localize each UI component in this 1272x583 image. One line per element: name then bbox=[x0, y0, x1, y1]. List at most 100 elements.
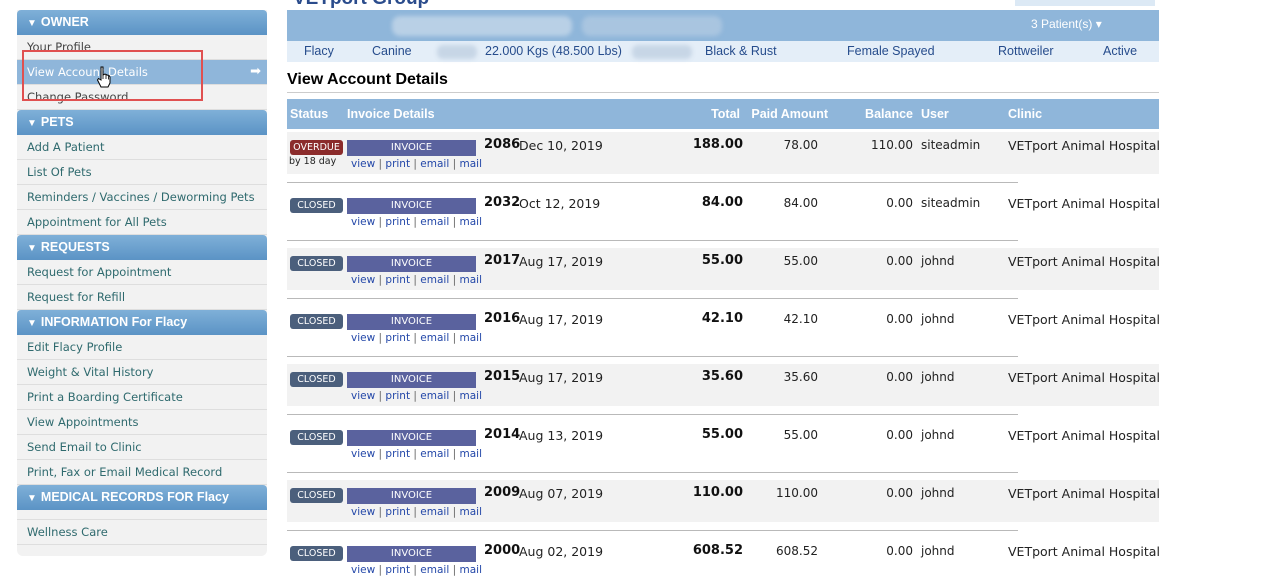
print-link[interactable]: print bbox=[385, 158, 410, 170]
sidebar-item-add-patient[interactable]: Add A Patient bbox=[17, 135, 267, 160]
mail-link[interactable]: mail bbox=[459, 158, 482, 170]
status-badge: CLOSED bbox=[290, 546, 343, 561]
sidebar-item-your-profile[interactable]: Your Profile bbox=[17, 35, 267, 60]
invoice-button[interactable]: INVOICE bbox=[347, 256, 476, 272]
invoice-number: 2015 bbox=[484, 369, 521, 384]
view-link[interactable]: view bbox=[351, 448, 375, 460]
invoice-date: Aug 17, 2019 bbox=[519, 254, 604, 269]
hand-pointer-icon bbox=[96, 66, 111, 88]
invoice-button[interactable]: INVOICE bbox=[347, 314, 476, 330]
view-link[interactable]: view bbox=[351, 216, 375, 228]
print-link[interactable]: print bbox=[385, 332, 410, 344]
section-requests[interactable]: ▼ REQUESTS bbox=[17, 235, 267, 260]
email-link[interactable]: email bbox=[420, 274, 449, 286]
print-link[interactable]: print bbox=[385, 564, 410, 576]
invoice-date: Dec 10, 2019 bbox=[519, 138, 603, 153]
mail-link[interactable]: mail bbox=[459, 274, 482, 286]
mail-link[interactable]: mail bbox=[459, 564, 482, 576]
sidebar-item-edit-profile[interactable]: Edit Flacy Profile bbox=[17, 335, 267, 360]
invoice-links: view | print | email | mail bbox=[351, 158, 482, 170]
section-information[interactable]: ▼ INFORMATION For Flacy bbox=[17, 310, 267, 335]
email-link[interactable]: email bbox=[420, 390, 449, 402]
invoice-button[interactable]: INVOICE bbox=[347, 372, 476, 388]
status-badge: OVERDUE bbox=[290, 140, 343, 155]
sidebar-item-request-refill[interactable]: Request for Refill bbox=[17, 285, 267, 310]
user: johnd bbox=[921, 370, 955, 384]
email-link[interactable]: email bbox=[420, 216, 449, 228]
email-link[interactable]: email bbox=[420, 332, 449, 344]
view-link[interactable]: view bbox=[351, 332, 375, 344]
sidebar-item-reminders[interactable]: Reminders / Vaccines / Deworming Pets bbox=[17, 185, 267, 210]
invoice-links: view | print | email | mail bbox=[351, 390, 482, 402]
view-link[interactable]: view bbox=[351, 564, 375, 576]
row-divider bbox=[287, 182, 1018, 183]
invoice-number: 2017 bbox=[484, 253, 521, 268]
sidebar-item-weight-vital[interactable]: Weight & Vital History bbox=[17, 360, 267, 385]
mail-link[interactable]: mail bbox=[459, 448, 482, 460]
table-row: CLOSED INVOICE view | print | email | mail… bbox=[287, 422, 1160, 464]
balance: 0.00 bbox=[886, 196, 913, 210]
sidebar-item-send-email[interactable]: Send Email to Clinic bbox=[17, 435, 267, 460]
sidebar-item-view-account-details[interactable]: View Account Details ➡ bbox=[17, 60, 267, 85]
print-link[interactable]: print bbox=[385, 390, 410, 402]
user: siteadmin bbox=[921, 196, 981, 210]
email-link[interactable]: email bbox=[420, 506, 449, 518]
email-link[interactable]: email bbox=[420, 564, 449, 576]
invoice-number: 2009 bbox=[484, 485, 521, 500]
col-status: Status bbox=[290, 107, 329, 121]
sidebar-item-wellness-care[interactable]: Wellness Care bbox=[17, 520, 267, 545]
paid-amount: 84.00 bbox=[783, 196, 818, 210]
section-medical-records[interactable]: ▼ MEDICAL RECORDS FOR Flacy bbox=[17, 485, 267, 510]
col-total: Total bbox=[711, 107, 740, 121]
page-title: View Account Details bbox=[287, 71, 448, 88]
invoice-links: view | print | email | mail bbox=[351, 274, 482, 286]
clinic: VETport Animal Hospital bbox=[1008, 312, 1160, 327]
view-link[interactable]: view bbox=[351, 274, 375, 286]
divider bbox=[17, 510, 267, 520]
sidebar-item-change-password[interactable]: Change Password bbox=[17, 85, 267, 110]
view-link[interactable]: view bbox=[351, 158, 375, 170]
user: siteadmin bbox=[921, 138, 981, 152]
view-link[interactable]: view bbox=[351, 390, 375, 402]
section-pets[interactable]: ▼ PETS bbox=[17, 110, 267, 135]
divider bbox=[287, 92, 1159, 93]
sidebar-item-boarding-certificate[interactable]: Print a Boarding Certificate bbox=[17, 385, 267, 410]
status-badge: CLOSED bbox=[290, 372, 343, 387]
invoice-button[interactable]: INVOICE bbox=[347, 140, 476, 156]
clinic: VETport Animal Hospital bbox=[1008, 486, 1160, 501]
mail-link[interactable]: mail bbox=[459, 216, 482, 228]
patient-bar: 3 Patient(s) ▾ H:3123123123 bbox=[287, 10, 1272, 41]
mail-link[interactable]: mail bbox=[459, 332, 482, 344]
mail-link[interactable]: mail bbox=[459, 506, 482, 518]
invoice-date: Aug 02, 2019 bbox=[519, 544, 604, 559]
balance: 0.00 bbox=[886, 312, 913, 326]
invoice-button[interactable]: INVOICE bbox=[347, 198, 476, 214]
view-link[interactable]: view bbox=[351, 506, 375, 518]
print-link[interactable]: print bbox=[385, 274, 410, 286]
invoice-total: 84.00 bbox=[701, 195, 743, 210]
invoice-button[interactable]: INVOICE bbox=[347, 488, 476, 504]
sidebar-item-view-appointments[interactable]: View Appointments bbox=[17, 410, 267, 435]
paid-amount: 55.00 bbox=[783, 428, 818, 442]
col-user: User bbox=[921, 107, 949, 121]
mail-link[interactable]: mail bbox=[459, 390, 482, 402]
user: johnd bbox=[921, 486, 955, 500]
paid-amount: 55.00 bbox=[783, 254, 818, 268]
sidebar-item-list-of-pets[interactable]: List Of Pets bbox=[17, 160, 267, 185]
print-link[interactable]: print bbox=[385, 506, 410, 518]
invoice-button[interactable]: INVOICE bbox=[347, 430, 476, 446]
row-divider bbox=[287, 298, 1018, 299]
invoice-button[interactable]: INVOICE bbox=[347, 546, 476, 562]
triangle-down-icon: ▼ bbox=[27, 493, 37, 504]
triangle-down-icon: ▼ bbox=[27, 243, 37, 254]
sidebar-item-appointment-all-pets[interactable]: Appointment for All Pets bbox=[17, 210, 267, 235]
email-link[interactable]: email bbox=[420, 448, 449, 460]
sidebar-item-print-medical-record[interactable]: Print, Fax or Email Medical Record bbox=[17, 460, 267, 485]
print-link[interactable]: print bbox=[385, 448, 410, 460]
sidebar-item-request-appointment[interactable]: Request for Appointment bbox=[17, 260, 267, 285]
print-link[interactable]: print bbox=[385, 216, 410, 228]
section-owner[interactable]: ▼ OWNER bbox=[17, 10, 267, 35]
invoice-total: 110.00 bbox=[692, 485, 743, 500]
email-link[interactable]: email bbox=[420, 158, 449, 170]
patients-dropdown[interactable]: 3 Patient(s) ▾ bbox=[1031, 17, 1102, 31]
